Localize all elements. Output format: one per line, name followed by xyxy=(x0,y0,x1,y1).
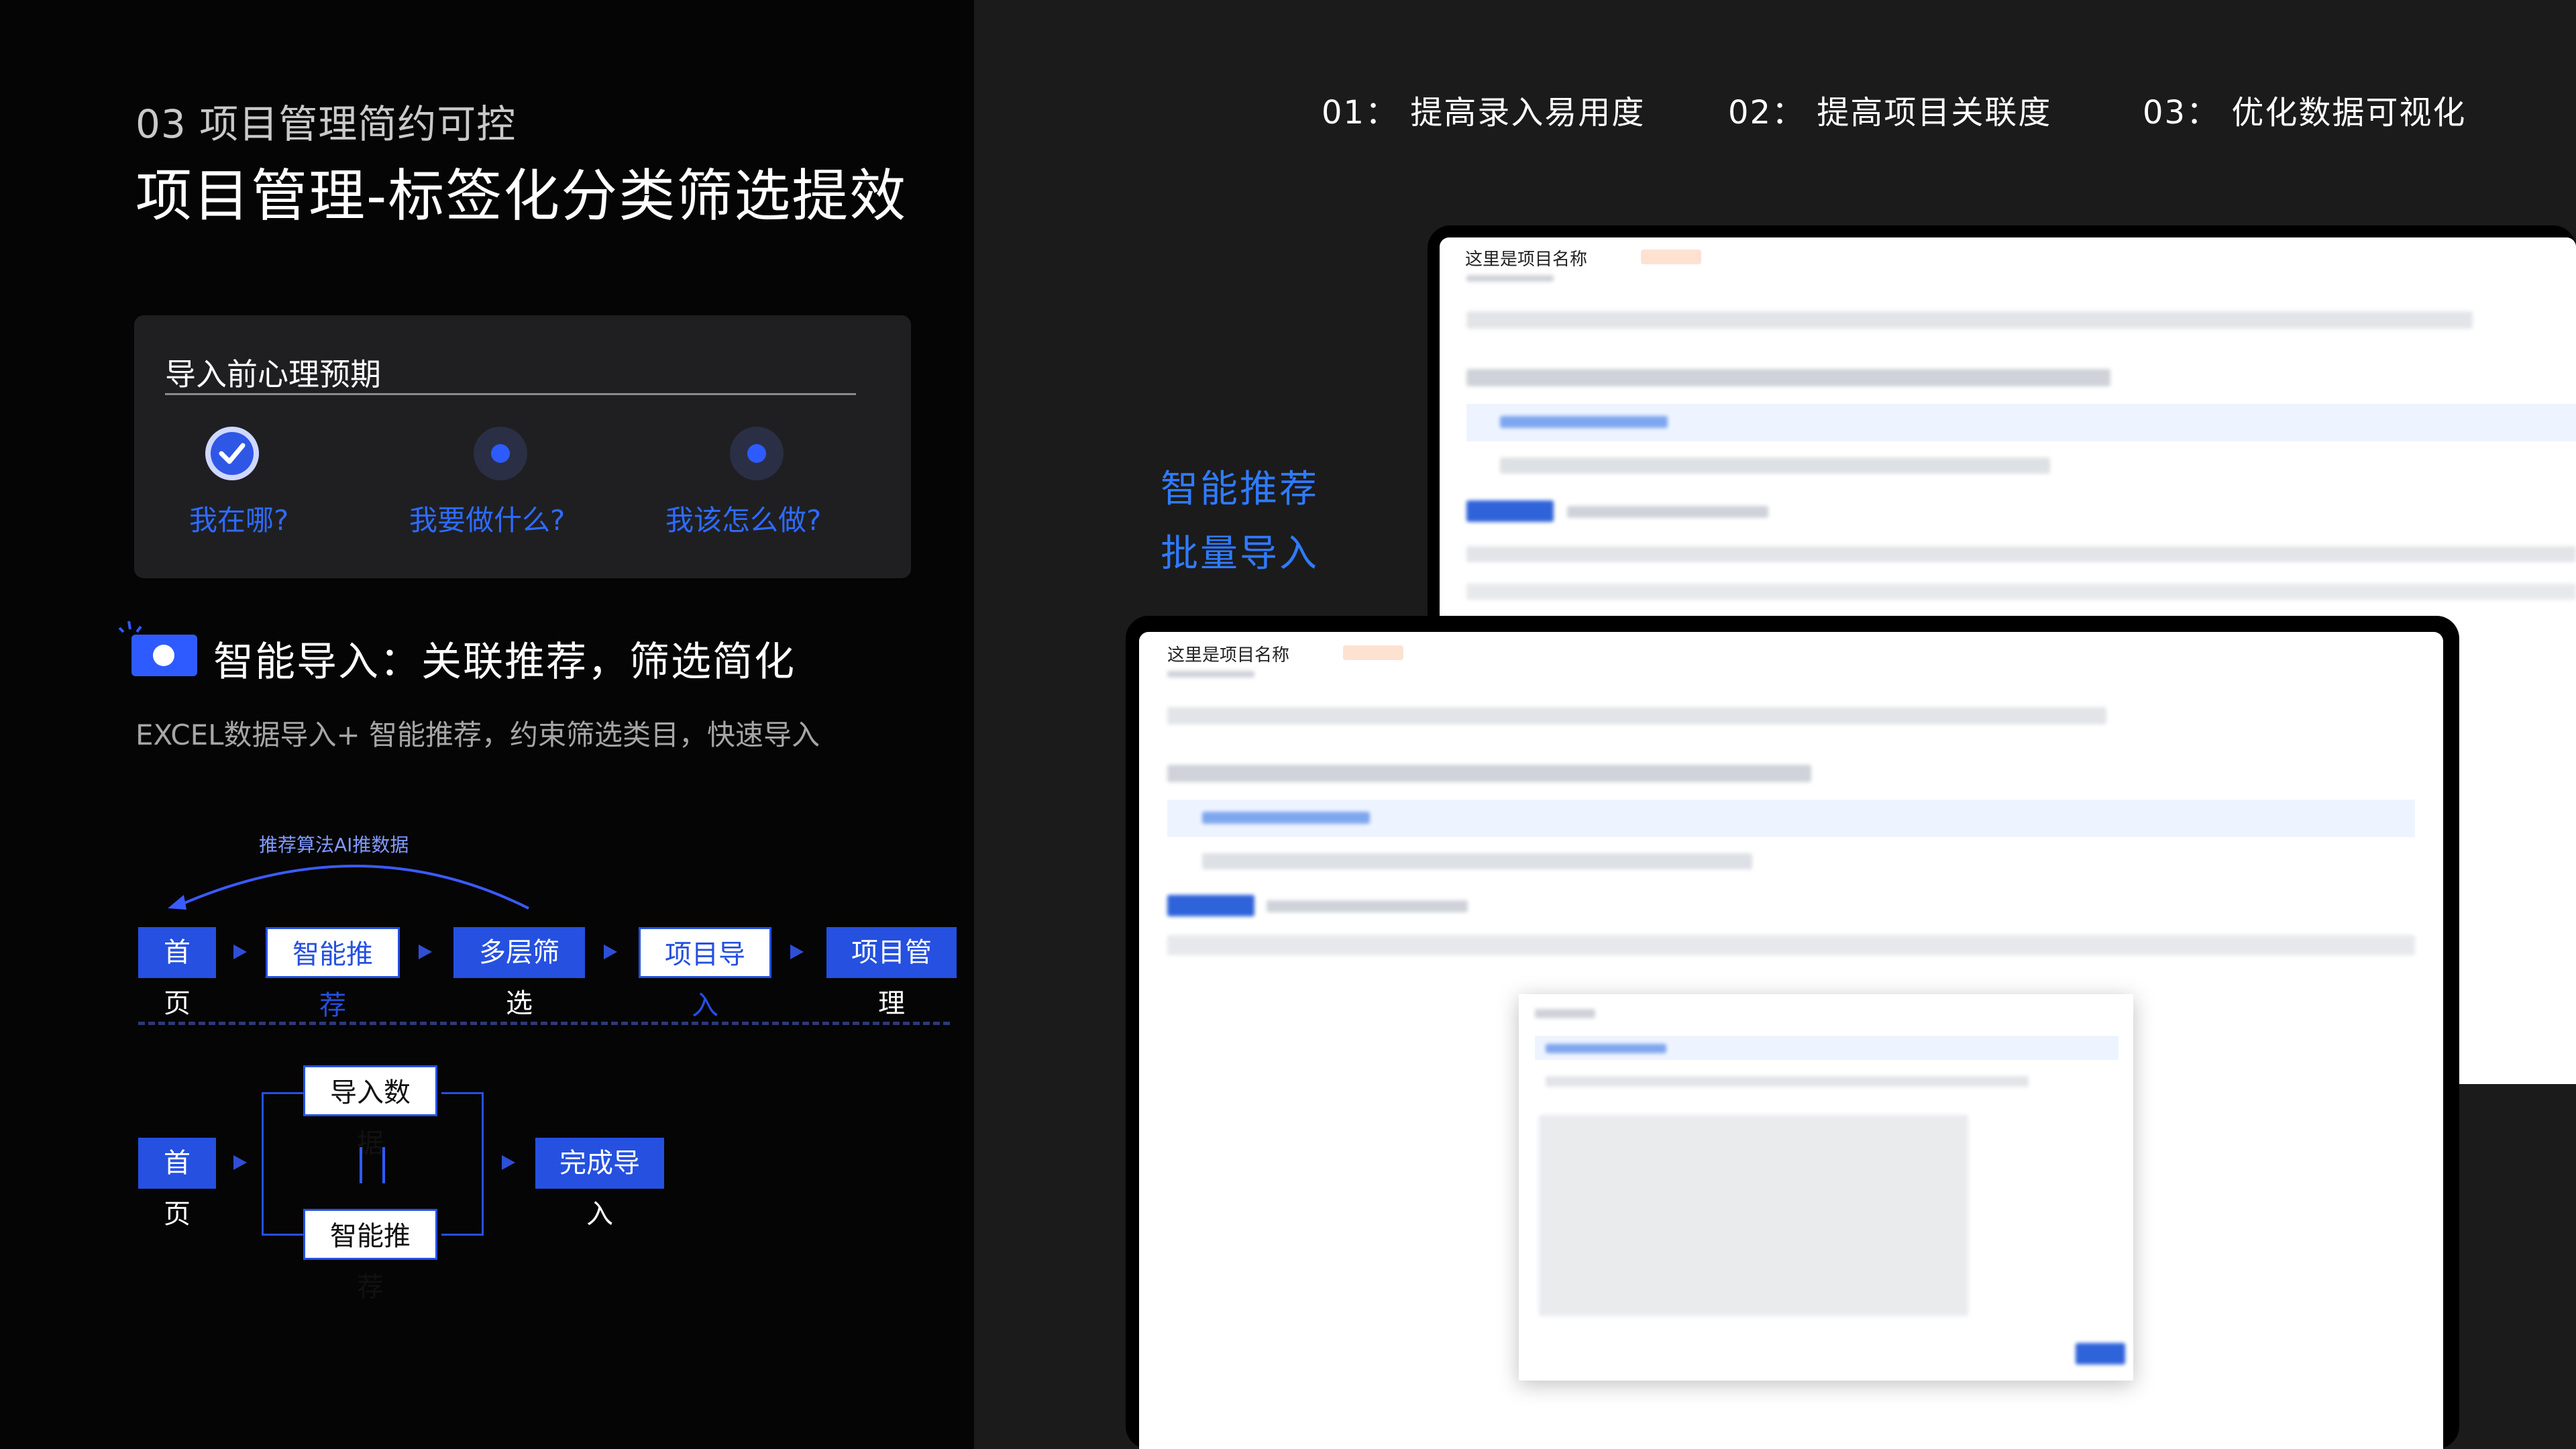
section-subtitle: 03 项目管理简约可控 xyxy=(136,101,517,147)
import-icon xyxy=(131,635,197,676)
flow-step-home[interactable]: 首页 xyxy=(138,927,216,1019)
page-title: 项目管理-标签化分类筛选提效 xyxy=(136,163,908,229)
dashed-divider xyxy=(138,1022,950,1025)
arrow-right-icon xyxy=(419,945,432,959)
expectation-heading: 导入前心理预期 xyxy=(165,356,381,392)
arrow-right-icon xyxy=(790,945,804,959)
project-name: 这里是项目名称 xyxy=(1465,250,1588,270)
status-tag xyxy=(1343,645,1403,660)
parallel-line xyxy=(360,1147,362,1183)
question-label: 我在哪? xyxy=(189,504,289,537)
confirm-button[interactable] xyxy=(2076,1343,2125,1364)
question-label: 我要做什么? xyxy=(409,504,566,537)
check-icon xyxy=(205,427,259,480)
flow-step-filter[interactable]: 多层筛选 xyxy=(453,927,585,1019)
feature-description: EXCEL数据导入+ 智能推荐，约束筛选类目，快速导入 xyxy=(136,718,820,751)
tablet-front: 这里是项目名称 xyxy=(1126,616,2459,1449)
arrow-right-icon xyxy=(233,1155,247,1170)
flow-step-import[interactable]: 项目导入 xyxy=(639,927,771,1021)
flow2-import-data[interactable]: 导入数据 xyxy=(303,1065,437,1159)
arrow-right-icon xyxy=(604,945,617,959)
question-label: 我该怎么做? xyxy=(665,504,822,537)
flow-step-manage[interactable]: 项目管理 xyxy=(826,927,957,1019)
project-name: 这里是项目名称 xyxy=(1167,645,1290,665)
divider xyxy=(165,393,856,395)
side-label-recommend: 智能推荐 xyxy=(1161,468,1319,511)
pending-dot-icon xyxy=(730,427,784,480)
arrow-right-icon xyxy=(233,945,247,959)
flow-step-recommend[interactable]: 智能推荐 xyxy=(266,927,400,1021)
import-modal[interactable] xyxy=(1519,994,2133,1381)
arrow-right-icon xyxy=(502,1155,515,1170)
goal-2: 02： 提高项目关联度 xyxy=(1728,94,2052,131)
parallel-line xyxy=(382,1147,385,1183)
flow2-finish[interactable]: 完成导入 xyxy=(535,1138,664,1230)
flow2-home[interactable]: 首页 xyxy=(138,1138,216,1230)
feature-title: 智能导入：关联推荐，筛选简化 xyxy=(213,639,796,686)
goal-1: 01： 提高录入易用度 xyxy=(1322,94,1646,131)
flow2-recommend[interactable]: 智能推荐 xyxy=(303,1209,437,1303)
side-label-batch-import: 批量导入 xyxy=(1161,532,1319,576)
curved-arrow-icon xyxy=(168,865,529,910)
goal-3: 03： 优化数据可视化 xyxy=(2143,94,2467,131)
pending-dot-icon xyxy=(474,427,527,480)
status-tag xyxy=(1641,250,1701,264)
bracket-left xyxy=(262,1092,304,1236)
bracket-right xyxy=(441,1092,484,1236)
